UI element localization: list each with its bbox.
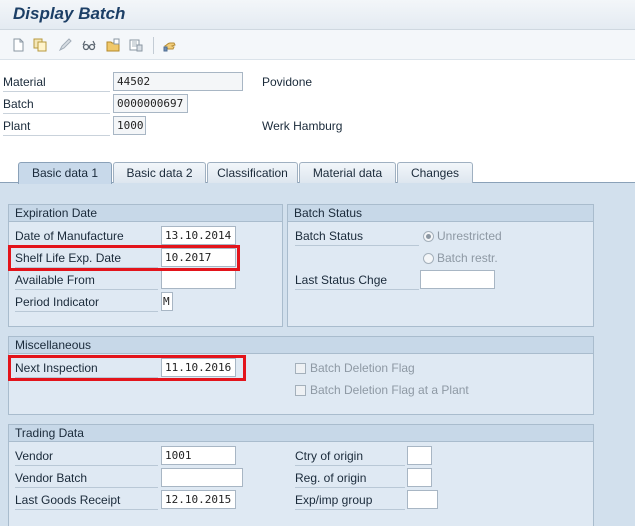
batch-deletion-flag-plant-label: Batch Deletion Flag at a Plant xyxy=(310,383,469,397)
vendor-label: Vendor xyxy=(15,447,158,466)
date-of-manufacture-field[interactable]: 13.10.2014 xyxy=(161,226,236,245)
last-goods-receipt-field[interactable]: 12.10.2015 xyxy=(161,490,236,509)
batch-deletion-flag-label: Batch Deletion Flag xyxy=(310,361,415,375)
period-indicator-field[interactable]: M xyxy=(161,292,173,311)
batch-restricted-label: Batch restr. xyxy=(437,251,498,265)
region-of-origin-label: Reg. of origin xyxy=(295,469,405,488)
batch-status-title: Batch Status xyxy=(288,205,593,222)
copy-icon[interactable] xyxy=(33,38,47,52)
period-indicator-label: Period Indicator xyxy=(15,293,158,312)
page-title: Display Batch xyxy=(13,4,126,23)
miscellaneous-title: Miscellaneous xyxy=(9,337,593,354)
plant-description: Werk Hamburg xyxy=(262,119,343,133)
change-icon[interactable] xyxy=(58,38,72,52)
exp-imp-group-field[interactable] xyxy=(407,490,438,509)
shelf-life-highlight-box xyxy=(8,245,240,271)
create-icon[interactable] xyxy=(11,38,25,52)
delete-icon[interactable] xyxy=(129,38,143,52)
application-toolbar xyxy=(0,30,635,60)
plant-field[interactable]: 1000 xyxy=(113,116,146,135)
available-from-field[interactable] xyxy=(161,270,236,289)
vendor-batch-label: Vendor Batch xyxy=(15,469,158,488)
tab-classification[interactable]: Classification xyxy=(207,162,298,183)
last-status-change-field[interactable] xyxy=(420,270,495,289)
exp-imp-group-label: Exp/imp group xyxy=(295,491,405,510)
unrestricted-radio[interactable] xyxy=(423,231,434,242)
batch-status-label: Batch Status xyxy=(295,227,419,246)
batch-restricted-radio[interactable] xyxy=(423,253,434,264)
batch-deletion-flag-checkbox[interactable] xyxy=(295,363,306,374)
last-goods-receipt-label: Last Goods Receipt xyxy=(15,491,158,510)
title-bar: Display Batch xyxy=(0,0,635,30)
tab-material-data[interactable]: Material data xyxy=(299,162,396,183)
vendor-batch-field[interactable] xyxy=(161,468,243,487)
available-from-label: Available From xyxy=(15,271,158,290)
date-of-manufacture-label: Date of Manufacture xyxy=(15,227,158,246)
tab-changes[interactable]: Changes xyxy=(397,162,473,183)
country-of-origin-field[interactable] xyxy=(407,446,432,465)
next-inspection-highlight-box xyxy=(8,355,246,381)
material-label: Material xyxy=(3,73,110,92)
tab-basic-data-2[interactable]: Basic data 2 xyxy=(113,162,206,183)
batch-deletion-flag-plant-checkbox[interactable] xyxy=(295,385,306,396)
tab-basic-data-1[interactable]: Basic data 1 xyxy=(18,162,112,184)
batch-field[interactable]: 0000000697 xyxy=(113,94,188,113)
toolbar-separator xyxy=(153,37,154,54)
hand-icon[interactable] xyxy=(163,38,177,52)
last-status-change-label: Last Status Chge xyxy=(295,271,419,290)
vendor-field[interactable]: 1001 xyxy=(161,446,236,465)
unrestricted-label: Unrestricted xyxy=(437,229,502,243)
batch-label: Batch xyxy=(3,95,110,114)
trading-data-title: Trading Data xyxy=(9,425,593,442)
expiration-date-title: Expiration Date xyxy=(9,205,282,222)
plant-label: Plant xyxy=(3,117,110,136)
region-of-origin-field[interactable] xyxy=(407,468,432,487)
country-of-origin-label: Ctry of origin xyxy=(295,447,405,466)
glasses-icon[interactable] xyxy=(82,38,96,52)
folder-icon[interactable] xyxy=(106,38,120,52)
material-field[interactable]: 44502 xyxy=(113,72,243,91)
material-description: Povidone xyxy=(262,75,313,89)
